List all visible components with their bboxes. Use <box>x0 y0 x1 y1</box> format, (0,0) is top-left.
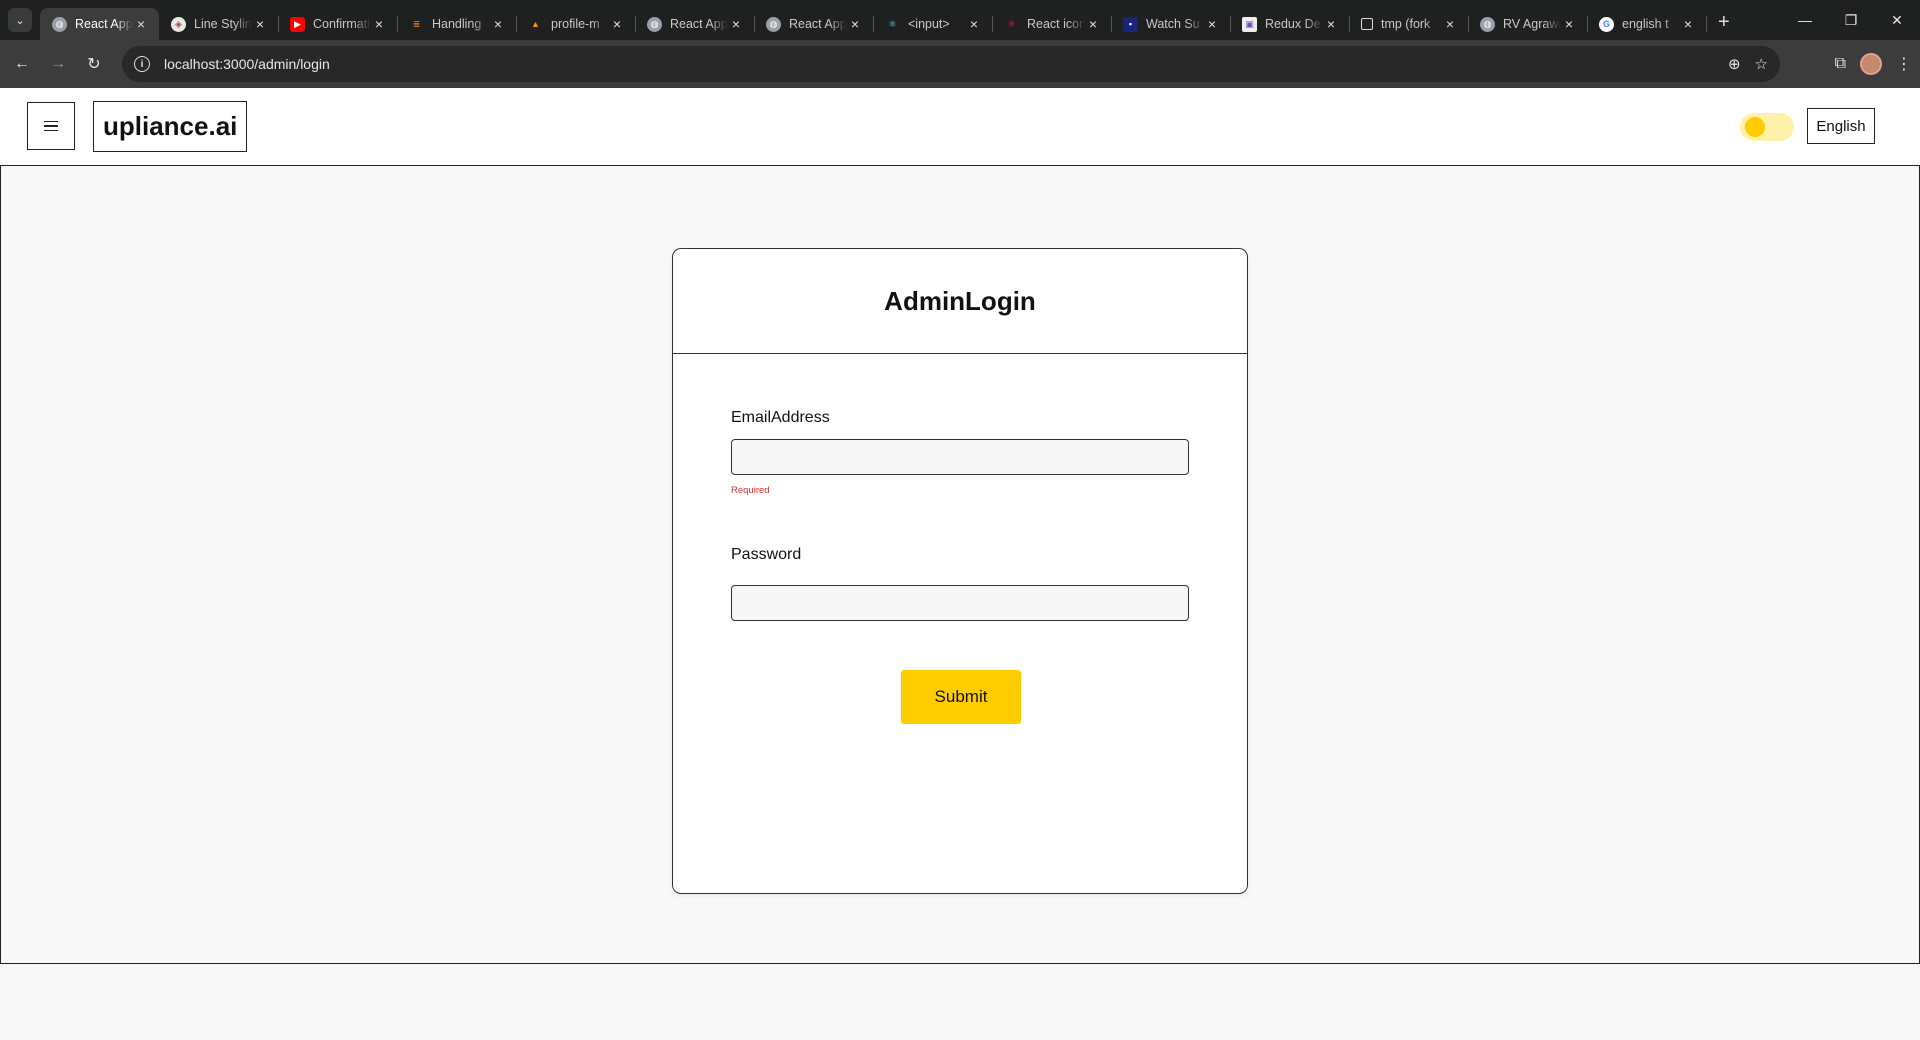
bookmark-star-icon[interactable]: ☆ <box>1755 55 1768 73</box>
restore-icon[interactable]: ❐ <box>1828 0 1874 40</box>
youtube-icon: ▶ <box>290 16 305 32</box>
tab-close-icon[interactable]: × <box>252 16 268 32</box>
tab-close-icon[interactable]: × <box>1442 16 1458 32</box>
theme-toggle[interactable] <box>1740 113 1794 141</box>
firebase-icon: ▲ <box>531 19 540 29</box>
site-info-icon[interactable]: i <box>134 56 150 72</box>
language-button[interactable]: English <box>1807 108 1875 144</box>
browser-tab[interactable]: ▪ Watch Su × <box>1111 8 1231 40</box>
tab-close-icon[interactable]: × <box>1561 16 1577 32</box>
browser-tab[interactable]: tmp (fork × <box>1349 8 1469 40</box>
web-page: upliance.ai English AdminLogin EmailAddr… <box>0 88 1920 1040</box>
tab-label: Confirmation <box>313 17 371 31</box>
tab-search-chevron-icon[interactable]: ⌄ <box>8 8 32 32</box>
browser-tab[interactable]: ▲ profile-m × <box>516 8 636 40</box>
tab-close-icon[interactable]: × <box>609 16 625 32</box>
square-icon <box>1361 18 1373 30</box>
browser-toolbar: ← → ↻ i localhost:3000/admin/login ⊕ ☆ ⧉… <box>0 40 1920 88</box>
tab-close-icon[interactable]: × <box>847 16 863 32</box>
browser-tab[interactable]: ◍ React App × <box>40 8 159 40</box>
tab-label: React App <box>670 17 728 31</box>
globe-icon: ◍ <box>766 16 781 32</box>
reload-icon[interactable]: ↻ <box>76 46 112 82</box>
redux-icon: ▣ <box>1242 16 1257 32</box>
page-title: AdminLogin <box>884 285 1036 316</box>
admin-login-card: AdminLogin EmailAddress Required Passwor… <box>672 248 1248 894</box>
tab-label: profile-m <box>551 17 600 31</box>
tab-close-icon[interactable]: × <box>728 16 744 32</box>
profile-avatar[interactable] <box>1860 53 1882 75</box>
browser-tab[interactable]: ⚛ React icons × <box>992 8 1112 40</box>
browser-tab[interactable]: ▶ Confirmation × <box>278 8 398 40</box>
globe-icon: ◍ <box>52 16 67 32</box>
password-field[interactable] <box>731 585 1189 621</box>
menu-icon <box>44 121 58 131</box>
browser-tab[interactable]: ◍ RV Agrawal × <box>1468 8 1588 40</box>
tab-label: tmp (fork <box>1381 17 1431 31</box>
tab-close-icon[interactable]: × <box>1680 16 1696 32</box>
tab-close-icon[interactable]: × <box>371 16 387 32</box>
react-icon: ⚛ <box>888 18 897 29</box>
submit-button[interactable]: Submit <box>901 670 1021 724</box>
browser-tab[interactable]: ▣ Redux De × <box>1230 8 1350 40</box>
tab-label: React App <box>789 17 847 31</box>
email-field[interactable] <box>731 439 1189 475</box>
tab-label: React App <box>75 17 133 31</box>
back-arrow-icon[interactable]: ← <box>4 46 40 82</box>
tab-label: React icons <box>1027 17 1085 31</box>
hamburger-menu-button[interactable] <box>27 102 75 150</box>
video-icon: ▪ <box>1123 16 1138 32</box>
tab-close-icon[interactable]: × <box>966 16 982 32</box>
tab-label: Handling <box>432 17 482 31</box>
browser-tab[interactable]: ◈ Line Styling × <box>159 8 279 40</box>
minimize-icon[interactable]: — <box>1782 0 1828 40</box>
globe-icon: ◍ <box>1480 16 1495 32</box>
tab-close-icon[interactable]: × <box>133 16 149 32</box>
tab-close-icon[interactable]: × <box>1085 16 1101 32</box>
window-controls: — ❐ ✕ <box>1782 0 1920 40</box>
more-vertical-icon[interactable]: ⋮ <box>1896 54 1912 74</box>
browser-tab-strip: ⌄ ◍ React App × ◈ Line Styling × ▶ Confi… <box>0 0 1920 40</box>
tab-close-icon[interactable]: × <box>490 16 506 32</box>
brand-logo[interactable]: upliance.ai <box>93 101 248 152</box>
address-bar[interactable]: i localhost:3000/admin/login ⊕ ☆ <box>122 46 1780 82</box>
browser-tab[interactable]: ⚛ <input> × <box>873 8 993 40</box>
password-label: Password <box>731 546 802 563</box>
browser-tab[interactable]: ◍ React App × <box>754 8 874 40</box>
google-icon: G <box>1599 16 1614 32</box>
app-header: upliance.ai English <box>0 88 1920 166</box>
react-icons-icon: ⚛ <box>1007 18 1016 29</box>
globe-icon: ◍ <box>647 16 662 32</box>
tab-close-icon[interactable]: × <box>1323 16 1339 32</box>
email-label: EmailAddress <box>731 409 830 426</box>
tab-label: Watch Su <box>1146 17 1200 31</box>
tab-close-icon[interactable]: × <box>1204 16 1220 32</box>
browser-tab[interactable]: ◍ React App × <box>635 8 755 40</box>
zoom-icon[interactable]: ⊕ <box>1728 55 1741 73</box>
tab-label: Redux De <box>1265 17 1321 31</box>
stackoverflow-icon: ≣ <box>412 18 421 29</box>
tab-label: <input> <box>908 17 950 31</box>
browser-tab[interactable]: G english t × <box>1587 8 1707 40</box>
forward-arrow-icon[interactable]: → <box>40 46 76 82</box>
cube-icon: ◈ <box>171 16 186 32</box>
toggle-knob <box>1745 117 1765 137</box>
card-header: AdminLogin <box>673 249 1247 354</box>
tab-label: english t <box>1622 17 1669 31</box>
browser-tab[interactable]: ≣ Handling × <box>397 8 517 40</box>
close-window-icon[interactable]: ✕ <box>1874 0 1920 40</box>
tab-label: Line Styling <box>194 17 252 31</box>
address-url[interactable]: localhost:3000/admin/login <box>164 56 330 72</box>
browser-tabs: ◍ React App × ◈ Line Styling × ▶ Confirm… <box>40 0 1707 40</box>
new-tab-plus-icon[interactable]: + <box>1718 11 1730 34</box>
extensions-puzzle-icon[interactable]: ⧉ <box>1835 55 1846 73</box>
email-error-text: Required <box>731 485 770 496</box>
tab-label: RV Agrawal <box>1503 17 1561 31</box>
